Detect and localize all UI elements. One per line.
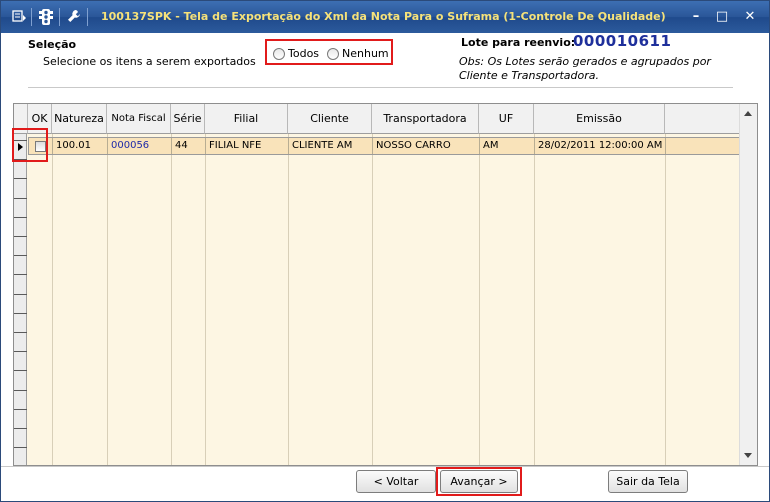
maximize-button[interactable]: □ bbox=[711, 7, 733, 26]
radio-nenhum[interactable]: Nenhum bbox=[327, 47, 389, 60]
window-title: 100137SPK - Tela de Exportação do Xml da… bbox=[101, 10, 666, 23]
row-header-strip bbox=[14, 134, 27, 465]
avancar-highlight bbox=[436, 467, 522, 496]
traffic-light-icon[interactable] bbox=[38, 9, 54, 25]
row-header-line bbox=[14, 447, 27, 448]
col-header-serie[interactable]: Série bbox=[171, 104, 205, 134]
col-header-uf[interactable]: UF bbox=[479, 104, 534, 134]
row-header-line bbox=[14, 428, 27, 429]
col-header-emissao[interactable]: Emissão bbox=[534, 104, 665, 134]
grid-vertical-scrollbar[interactable] bbox=[739, 104, 757, 465]
cell-serie: 44 bbox=[172, 138, 206, 154]
radio-todos-dot[interactable] bbox=[273, 47, 285, 60]
selection-title: Seleção bbox=[28, 38, 77, 51]
row-header-line bbox=[14, 274, 27, 275]
lote-label: Lote para reenvio: bbox=[461, 36, 576, 49]
row-header-line bbox=[14, 409, 27, 410]
col-header-natureza[interactable]: Natureza bbox=[52, 104, 107, 134]
menu-icon[interactable] bbox=[11, 9, 27, 25]
close-button[interactable]: ✕ bbox=[739, 7, 761, 26]
lote-value: 000010611 bbox=[573, 32, 672, 50]
cell-uf: AM bbox=[480, 138, 535, 154]
row-header-line bbox=[14, 294, 27, 295]
voltar-button[interactable]: < Voltar bbox=[356, 470, 436, 493]
main-window: 100137SPK - Tela de Exportação do Xml da… bbox=[0, 0, 770, 502]
row-header-line bbox=[14, 217, 27, 218]
minimize-button[interactable]: – bbox=[685, 7, 707, 26]
wrench-icon[interactable] bbox=[66, 9, 82, 25]
radio-todos-label: Todos bbox=[288, 47, 320, 60]
scroll-up-icon[interactable] bbox=[744, 111, 752, 116]
row-header-line bbox=[14, 351, 27, 352]
lote-obs: Obs: Os Lotes serão gerados e agrupados … bbox=[459, 55, 711, 82]
cell-cliente: CLIENTE AM bbox=[289, 138, 373, 154]
table-row[interactable]: 100.01 000056 44 FILIAL NFE CLIENTE AM N… bbox=[28, 137, 750, 155]
col-header-cliente[interactable]: Cliente bbox=[288, 104, 372, 134]
row-header-line bbox=[14, 178, 27, 179]
items-grid[interactable]: OK Natureza Nota Fiscal Série Filial Cli… bbox=[13, 103, 758, 466]
radio-todos[interactable]: Todos bbox=[273, 47, 319, 60]
sair-button[interactable]: Sair da Tela bbox=[608, 470, 688, 493]
col-header-filial[interactable]: Filial bbox=[205, 104, 288, 134]
radio-nenhum-dot[interactable] bbox=[327, 47, 339, 60]
scroll-down-icon[interactable] bbox=[744, 453, 752, 458]
cell-filial: FILIAL NFE bbox=[206, 138, 289, 154]
row-header-line bbox=[14, 236, 27, 237]
header-divider bbox=[28, 87, 733, 88]
row-header-line bbox=[14, 198, 27, 199]
col-header-filler bbox=[665, 104, 740, 134]
cell-emissao: 28/02/2011 12:00:00 AM bbox=[535, 138, 666, 154]
selection-radio-group: Todos Nenhum bbox=[265, 39, 393, 65]
selection-subtitle: Selecione os itens a serem exportados bbox=[43, 55, 256, 68]
radio-nenhum-label: Nenhum bbox=[342, 47, 389, 60]
row-header-line bbox=[14, 255, 27, 256]
col-header-transportadora[interactable]: Transportadora bbox=[372, 104, 479, 134]
cell-natureza: 100.01 bbox=[53, 138, 108, 154]
row-header-line bbox=[14, 390, 27, 391]
cell-transportadora: NOSSO CARRO bbox=[373, 138, 480, 154]
footer-divider bbox=[1, 466, 769, 467]
cell-nota-fiscal[interactable]: 000056 bbox=[108, 138, 172, 154]
row-header-line bbox=[14, 370, 27, 371]
row-header-line bbox=[14, 313, 27, 314]
col-header-nota-fiscal[interactable]: Nota Fiscal bbox=[107, 104, 171, 134]
checkbox-highlight bbox=[12, 128, 48, 162]
row-header-line bbox=[14, 332, 27, 333]
title-bar: 100137SPK - Tela de Exportação do Xml da… bbox=[1, 1, 769, 33]
